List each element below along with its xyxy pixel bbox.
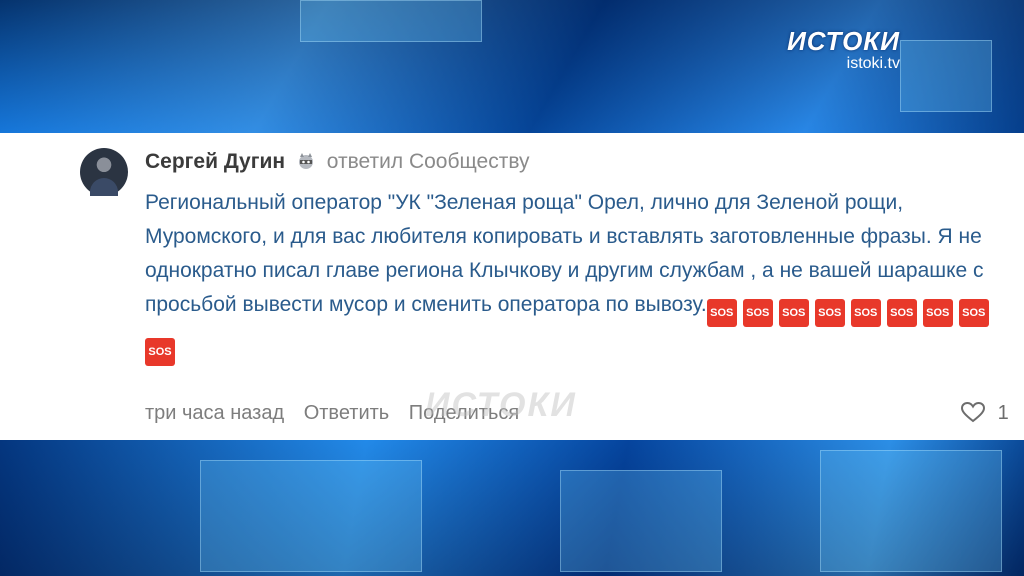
like-button[interactable]: 1 [960,401,1009,425]
watermark: ИСТОКИ [425,386,577,424]
background-bottom [0,440,1024,576]
logo-url: istoki.tv [846,55,900,72]
sos-emoji: SOS [922,299,953,327]
sos-emoji: SOS [850,299,881,327]
sos-emoji: SOS [778,299,809,327]
replied-to: ответил Сообществу [326,150,530,173]
reply-button[interactable]: Ответить [304,402,390,424]
sos-emoji: SOS [958,299,989,327]
bg-panel [300,0,482,42]
bg-panel [820,450,1002,572]
channel-logo: ИСТОКИ istoki.tv [735,26,900,73]
comment-text-block: Региональный оператор "УК "Зеленая роща"… [145,186,1015,366]
author-name[interactable]: Сергей Дугин [145,150,285,173]
sos-emoji: SOS [742,299,773,327]
sos-emoji: SOS [814,299,845,327]
comment-header: Сергей Дугин ответил Сообществу [145,150,530,174]
heart-icon [960,401,986,423]
bg-panel [560,470,722,572]
sos-emoji: SOS [706,299,737,327]
sos-emoji: SOS [145,338,175,366]
bg-panel [900,40,992,112]
like-count: 1 [997,402,1009,424]
bg-panel [200,460,422,572]
timestamp: три часа назад [145,402,285,424]
logo-text: ИСТОКИ [787,26,900,56]
avatar[interactable] [80,148,128,196]
sos-emoji: SOS [886,299,917,327]
raccoon-icon [298,153,313,169]
